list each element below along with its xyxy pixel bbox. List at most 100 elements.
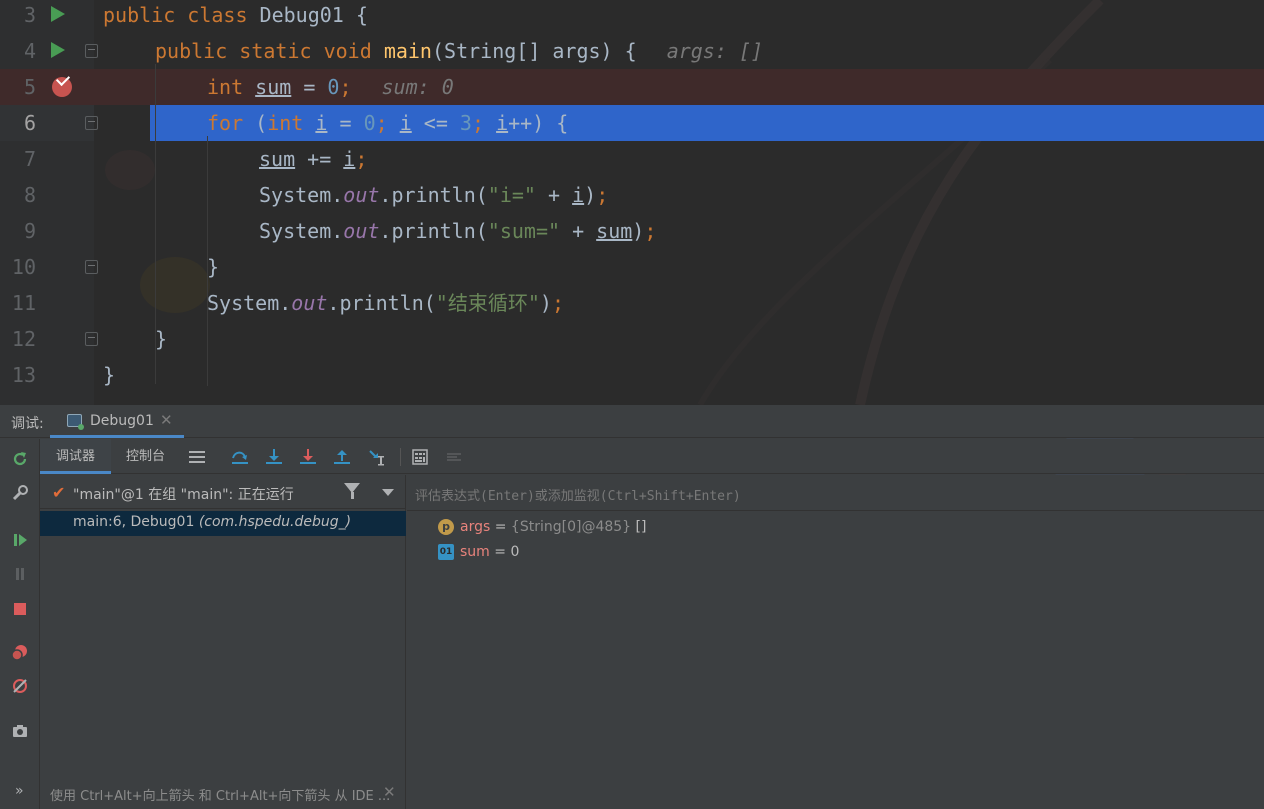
checkmark-icon: ✔ [52,483,66,502]
code-token: += [295,147,344,171]
code-token: public [155,39,228,63]
evaluate-expression-icon[interactable] [408,445,432,469]
code-editor[interactable]: 3 public class Debug01 {4 public static vo… [0,0,1264,405]
inline-debug-value: args: [] [666,39,764,63]
code-token: "i=" [487,183,536,207]
settings-wrench-icon[interactable] [8,481,32,505]
step-into-icon[interactable] [262,445,286,469]
line-number[interactable]: 12 [0,321,36,357]
variable-value: 0 [510,544,520,560]
pause-icon[interactable] [8,562,32,586]
fold-icon[interactable] [85,44,98,58]
code-line[interactable]: 5 int sum = 0; sum: 0 [0,69,1264,105]
code-token: ++) { [508,111,569,135]
variable-text: sum = 0 [460,544,519,560]
indent-guide [207,136,208,386]
code-token: i [315,111,328,135]
run-gutter-icon[interactable] [51,6,65,22]
code-token: ; [644,219,657,243]
code-token: } [155,327,168,351]
stop-icon[interactable] [8,597,32,621]
thread-selector[interactable]: ✔ "main"@1 在组 "main": 正在运行 [40,475,406,509]
code-token: i [399,111,412,135]
line-number[interactable]: 11 [0,285,36,321]
code-token: i [343,147,356,171]
chevron-down-icon[interactable] [382,489,394,496]
code-token: int [207,75,244,99]
code-token: ; [375,111,388,135]
code-token: ; [339,75,352,99]
code-text: } [207,249,219,285]
line-number[interactable]: 8 [0,177,36,213]
close-icon[interactable]: ✕ [160,411,173,429]
force-step-into-icon[interactable] [296,445,320,469]
code-line[interactable]: 7 sum += i; [0,141,1264,177]
variable-row[interactable]: 01 sum = 0 [407,540,1264,565]
code-line[interactable]: 13} [0,357,1264,393]
code-token: ; [596,183,609,207]
code-token: static [239,39,312,63]
fold-icon[interactable] [85,332,98,346]
code-line[interactable]: 4 public static void main(String[] args) … [0,33,1264,69]
stack-frame-row[interactable]: main:6, Debug01 (com.hspedu.debug_) [40,511,406,536]
evaluate-watch-input[interactable]: 评估表达式(Enter)或添加监视(Ctrl+Shift+Enter) [407,475,1264,511]
code-line[interactable]: 10} [0,249,1264,285]
tab-debugger[interactable]: 调试器 [40,439,112,474]
code-line[interactable]: 3 public class Debug01 { [0,0,1264,33]
code-line[interactable]: 8 System.out.println("i=" + i); [0,177,1264,213]
variable-equals: = [489,544,511,560]
fold-icon[interactable] [85,116,98,130]
fold-icon[interactable] [85,260,98,274]
run-gutter-icon[interactable] [51,42,65,58]
camera-icon[interactable] [8,719,32,743]
breakpoint-icon[interactable] [52,71,72,97]
line-number[interactable]: 10 [0,249,36,285]
code-line[interactable]: 9 System.out.println("sum=" + sum); [0,213,1264,249]
line-number[interactable]: 7 [0,141,36,177]
variable-row[interactable]: p args = {String[0]@485} [] [407,515,1264,540]
line-number[interactable]: 13 [0,357,36,393]
line-number[interactable]: 6 [0,105,36,141]
code-text: public class Debug01 { [103,0,368,33]
code-text: for (int i = 0; i <= 3; i++) { [207,105,568,141]
debug-tool-window: 调试: Debug01 ✕ 调试器 控制台 ✔ "main"@1 在组 "mai… [0,405,1264,809]
rerun-icon[interactable] [8,447,32,471]
debug-top-toolbar: 调试器 控制台 [40,439,1264,474]
debug-header: 调试: Debug01 ✕ [0,405,1264,438]
variables-panel: 评估表达式(Enter)或添加监视(Ctrl+Shift+Enter) p arg… [407,475,1264,809]
close-icon[interactable]: ✕ [383,783,396,801]
resume-icon[interactable] [8,528,32,552]
tab-console[interactable]: 控制台 [110,439,181,474]
run-to-cursor-icon[interactable] [365,445,389,469]
code-token: Debug01 { [247,3,368,27]
line-number[interactable]: 9 [0,213,36,249]
code-token: + [535,183,573,207]
code-token: ) [632,219,645,243]
session-tab-debug01[interactable]: Debug01 ✕ [50,405,184,438]
more-actions-icon[interactable]: » [15,783,24,799]
code-line[interactable]: 12} [0,321,1264,357]
step-over-icon[interactable] [228,445,252,469]
thread-label: "main"@1 在组 "main": 正在运行 [73,487,294,503]
trace-stream-icon[interactable] [442,445,466,469]
code-text: sum += i; [259,141,367,177]
code-token: System. [259,183,344,207]
line-number[interactable]: 4 [0,33,36,69]
filter-icon-stem [351,492,354,499]
line-number[interactable]: 3 [0,0,36,33]
debug-label: 调试: [11,416,44,432]
code-token: ) [539,291,552,315]
code-token: ) [584,183,597,207]
variable-type: {String[0]@485} [510,519,632,535]
frame-package: (com.hspedu.debug_) [198,514,352,530]
code-line[interactable]: 6 for (int i = 0; i <= 3; i++) { [0,105,1264,141]
code-token: out [343,219,380,243]
view-breakpoints-icon[interactable] [8,640,32,664]
line-number[interactable]: 5 [0,69,36,105]
code-line[interactable]: 11 System.out.println("结束循环"); [0,285,1264,321]
step-out-icon[interactable] [330,445,354,469]
mute-breakpoints-icon[interactable] [8,674,32,698]
layout-menu-icon[interactable] [185,445,209,469]
